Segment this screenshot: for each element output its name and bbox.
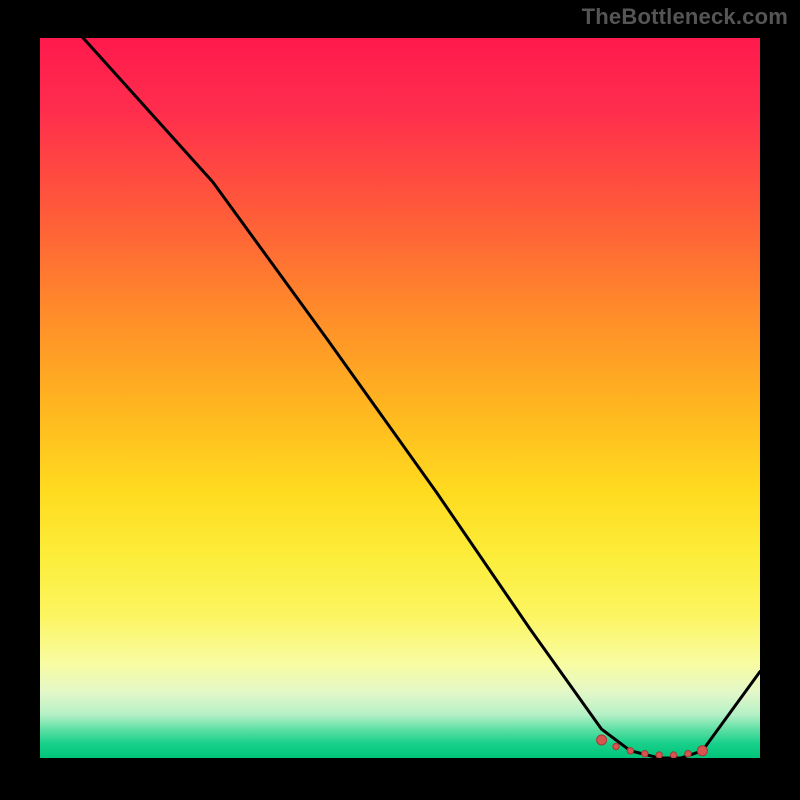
optimal-point: [642, 751, 648, 757]
optimal-point: [670, 752, 676, 758]
plot-area: [40, 38, 760, 758]
optimal-point: [597, 735, 607, 745]
chart-svg: [40, 38, 760, 758]
chart-container: TheBottleneck.com: [0, 0, 800, 800]
optimal-point: [627, 748, 633, 754]
optimal-point: [656, 752, 662, 758]
optimal-point: [613, 743, 619, 749]
optimal-point: [685, 751, 691, 757]
watermark-text: TheBottleneck.com: [582, 4, 788, 30]
data-line: [40, 38, 760, 758]
optimal-point: [697, 746, 707, 756]
